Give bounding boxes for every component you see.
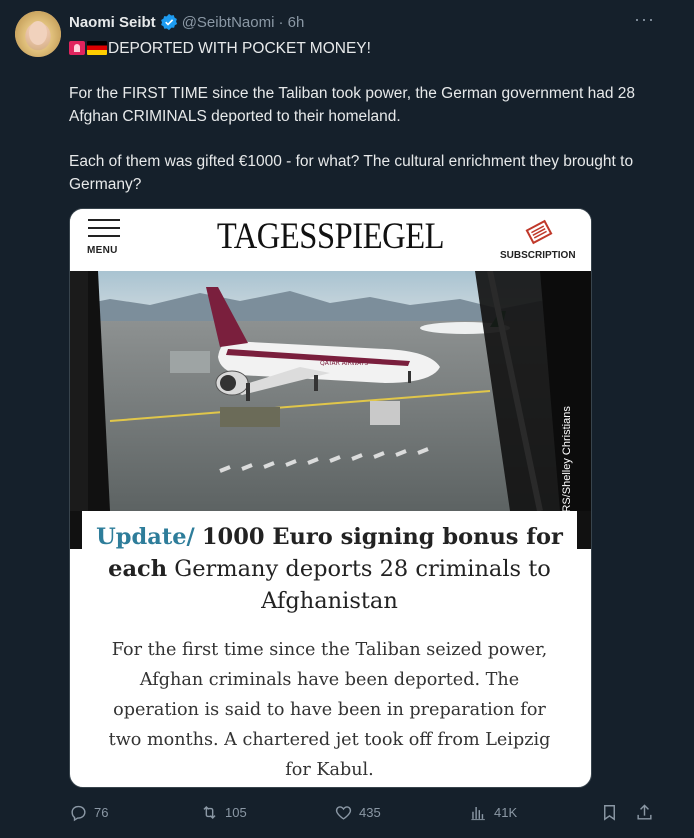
reply-count: 76 [94,804,109,820]
author-name[interactable]: Naomi Seibt [69,14,156,31]
bookmark-button[interactable] [600,800,619,824]
article-preview: Update/ 1000 Euro signing bonus for each… [82,511,577,787]
headline-kicker: Update/ [96,524,195,550]
newspaper-logo: TAGESSPIEGEL [216,216,445,257]
german-flag-emoji-icon [87,41,107,55]
photo-credit: © REUTERS/Shelley Christians [561,406,573,511]
avatar[interactable] [15,11,61,57]
siren-emoji-icon [69,41,85,55]
repost-icon [203,805,216,819]
repost-count: 105 [225,804,247,820]
share-icon [637,803,652,820]
verified-badge-icon [160,13,177,31]
article-lede: For the first time since the Taliban sei… [108,640,551,780]
subscription-label: SUBSCRIPTION [500,250,576,261]
like-button[interactable]: 435 [334,800,381,824]
tweet[interactable]: Naomi Seibt @SeibtNaomi · 6h ··· DEPORTE… [0,0,694,838]
reply-icon [71,805,86,821]
tweet-header: Naomi Seibt @SeibtNaomi · 6h [69,12,304,32]
tweet-line-1: DEPORTED WITH POCKET MONEY! [108,40,371,57]
newspaper-icon [525,219,553,245]
headline-rest: Germany deports 28 criminals to Afghanis… [174,556,551,614]
tweet-paragraph-2: For the FIRST TIME since the Taliban too… [69,85,639,125]
repost-button[interactable]: 105 [200,800,247,824]
bookmark-icon [604,804,615,821]
newspaper-masthead: MENU TAGESSPIEGEL SUBSCRIPTION [70,209,591,271]
views-count: 41K [494,804,518,820]
views-icon [471,806,485,820]
like-count: 435 [359,804,381,820]
author-handle[interactable]: @SeibtNaomi [182,14,275,31]
tweet-paragraph-3: Each of them was gifted €1000 - for what… [69,152,638,193]
share-button[interactable] [635,800,654,824]
attached-image[interactable]: MENU TAGESSPIEGEL SUBSCRIPTION QATAR AIR… [69,208,592,788]
reply-button[interactable]: 76 [69,800,108,824]
views-button[interactable]: 41K [469,800,517,824]
more-icon[interactable]: ··· [634,10,654,32]
tweet-actions: 76 105 435 41K [69,800,659,824]
article-headline: Update/ 1000 Euro signing bonus for each… [82,521,577,617]
tweet-timestamp[interactable]: · 6h [278,14,304,31]
plane-livery-text: QATAR AIRWAYS [320,360,368,367]
like-icon [335,805,352,820]
tweet-text: DEPORTED WITH POCKET MONEY! For the FIRS… [69,38,659,196]
airplane-photo: QATAR AIRWAYS © REUTERS/Shelley Christia… [70,271,591,511]
